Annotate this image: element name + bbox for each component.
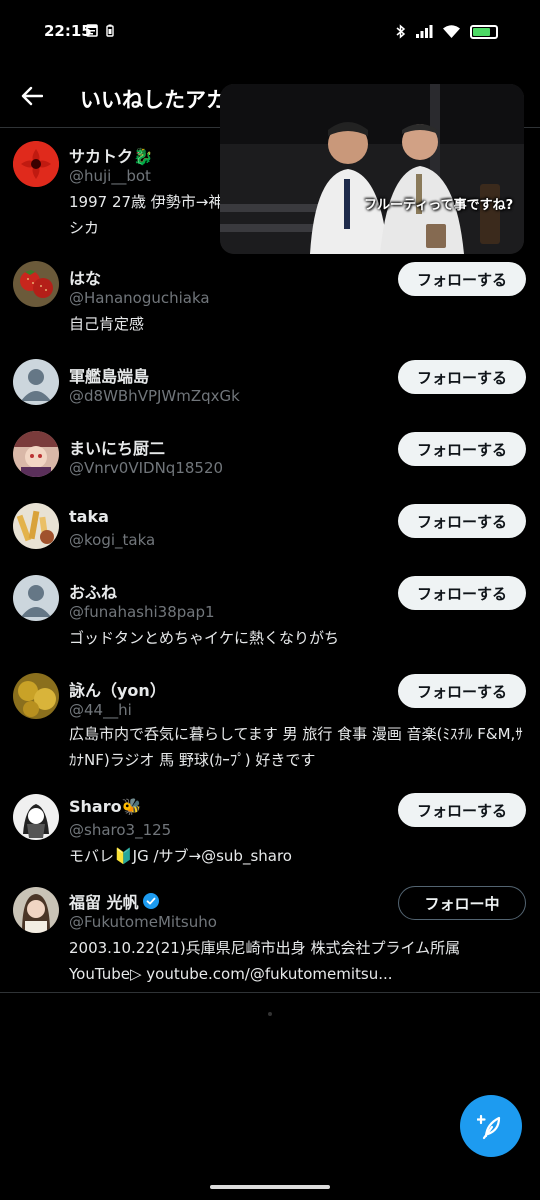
portrait-avatar-icon: [13, 887, 59, 933]
default-avatar-icon: [13, 575, 59, 621]
avatar[interactable]: [13, 359, 59, 405]
user-bio: 自己肯定感: [69, 315, 145, 333]
user-bio: 2003.10.22(21)兵庫県尼崎市出身 株式会社プライム所属 YouTub…: [69, 939, 461, 983]
user-name[interactable]: taka: [69, 507, 109, 526]
video-caption: フルーティって事ですね?: [364, 198, 514, 213]
user-bio: ゴッドタンとめちゃイケに熱くなりがち: [69, 629, 340, 647]
follow-button[interactable]: フォローする: [398, 674, 526, 708]
user-row-5[interactable]: おふね @funahashi38pap1 ゴッドタンとめちゃイケに熱くなりがち …: [0, 565, 540, 663]
user-handle: @Hananoguchiaka: [69, 289, 210, 307]
user-handle: @44__hi: [69, 701, 132, 719]
user-handle: @FukutomeMitsuho: [69, 913, 217, 931]
battery-icon: [470, 24, 498, 39]
user-name[interactable]: 軍艦島端島: [69, 363, 149, 387]
avatar[interactable]: [13, 887, 59, 933]
avatar[interactable]: [13, 141, 59, 187]
user-handle: @funahashi38pap1: [69, 603, 215, 621]
compose-plus-icon: [477, 1114, 501, 1140]
status-bar: 22:15: [0, 0, 540, 64]
user-row-2[interactable]: 軍艦島端島 @d8WBhVPJWmZqxGk フォローする: [0, 349, 540, 421]
follow-button[interactable]: フォローする: [398, 262, 526, 296]
following-button[interactable]: フォロー中: [398, 886, 526, 920]
strawberry-avatar-icon: [13, 261, 59, 307]
follow-button[interactable]: フォローする: [398, 360, 526, 394]
video-frame: [220, 84, 524, 254]
flower-avatar-icon: [13, 141, 59, 187]
default-avatar-icon: [13, 359, 59, 405]
avatar[interactable]: [13, 794, 59, 840]
status-left-icons: [86, 24, 114, 37]
user-name[interactable]: サカトク🐉: [69, 143, 153, 167]
user-handle: @d8WBhVPJWmZqxGk: [69, 387, 240, 405]
user-bio: モバレ🔰JG /サブ→@sub_sharo: [69, 847, 292, 865]
user-handle: @huji__bot: [69, 167, 151, 185]
user-row-8[interactable]: 福留 光帆 @FukutomeMitsuho 2003.10.22(21)兵庫県…: [0, 881, 540, 991]
video-pip-overlay[interactable]: フルーティって事ですね?: [220, 84, 524, 254]
user-name-text: 福留 光帆: [69, 893, 139, 912]
battery-saver-icon: [106, 24, 114, 37]
user-row-4[interactable]: taka @kogi_taka フォローする: [0, 493, 540, 565]
verified-badge-icon: [142, 893, 159, 909]
avatar[interactable]: [13, 575, 59, 621]
avatar[interactable]: [13, 261, 59, 307]
follow-button[interactable]: フォローする: [398, 793, 526, 827]
avatar[interactable]: [13, 673, 59, 719]
user-row-1[interactable]: はな @Hananoguchiaka 自己肯定感 フォローする: [0, 251, 540, 349]
user-name[interactable]: はな: [69, 265, 101, 289]
arrow-left-icon: [21, 86, 43, 106]
bluetooth-icon: [396, 24, 406, 39]
user-name[interactable]: まいにち厨二: [69, 435, 165, 459]
battery-level: [473, 27, 490, 36]
avatar[interactable]: [13, 431, 59, 477]
user-handle: @Vnrv0VIDNq18520: [69, 459, 224, 477]
loading-dot: [268, 1012, 272, 1016]
user-handle: @sharo3_125: [69, 821, 172, 839]
wifi-icon: [443, 25, 460, 38]
avatar[interactable]: [13, 503, 59, 549]
follow-button[interactable]: フォローする: [398, 576, 526, 610]
character-avatar-icon: [13, 431, 59, 477]
fruit-avatar-icon: [13, 673, 59, 719]
user-name[interactable]: 福留 光帆: [69, 889, 159, 913]
food-avatar-icon: [13, 503, 59, 549]
status-time: 22:15: [44, 22, 92, 40]
status-right-icons: [396, 24, 498, 39]
follow-button[interactable]: フォローする: [398, 432, 526, 466]
manga-avatar-icon: [13, 794, 59, 840]
compose-button[interactable]: [460, 1095, 522, 1157]
calendar-notification-icon: [86, 24, 98, 37]
user-row-7[interactable]: Sharo🐝 @sharo3_125 モバレ🔰JG /サブ→@sub_sharo…: [0, 785, 540, 881]
user-handle: @kogi_taka: [69, 531, 156, 549]
list-divider: [0, 992, 540, 993]
signal-icon: [416, 25, 433, 38]
gesture-nav-handle[interactable]: [210, 1185, 330, 1189]
user-name[interactable]: Sharo🐝: [69, 797, 142, 816]
user-row-3[interactable]: まいにち厨二 @Vnrv0VIDNq18520 フォローする: [0, 421, 540, 493]
user-name[interactable]: おふね: [69, 579, 117, 603]
user-row-6[interactable]: 詠ん（yon） @44__hi 広島市内で呑気に暮らしてます 男 旅行 食事 漫…: [0, 663, 540, 785]
user-bio: 広島市内で呑気に暮らしてます 男 旅行 食事 漫画 音楽(ﾐｽﾁﾙ F&M,ｻｶ…: [69, 725, 523, 769]
user-name[interactable]: 詠ん（yon）: [69, 677, 166, 701]
back-button[interactable]: [14, 78, 50, 114]
follow-button[interactable]: フォローする: [398, 504, 526, 538]
